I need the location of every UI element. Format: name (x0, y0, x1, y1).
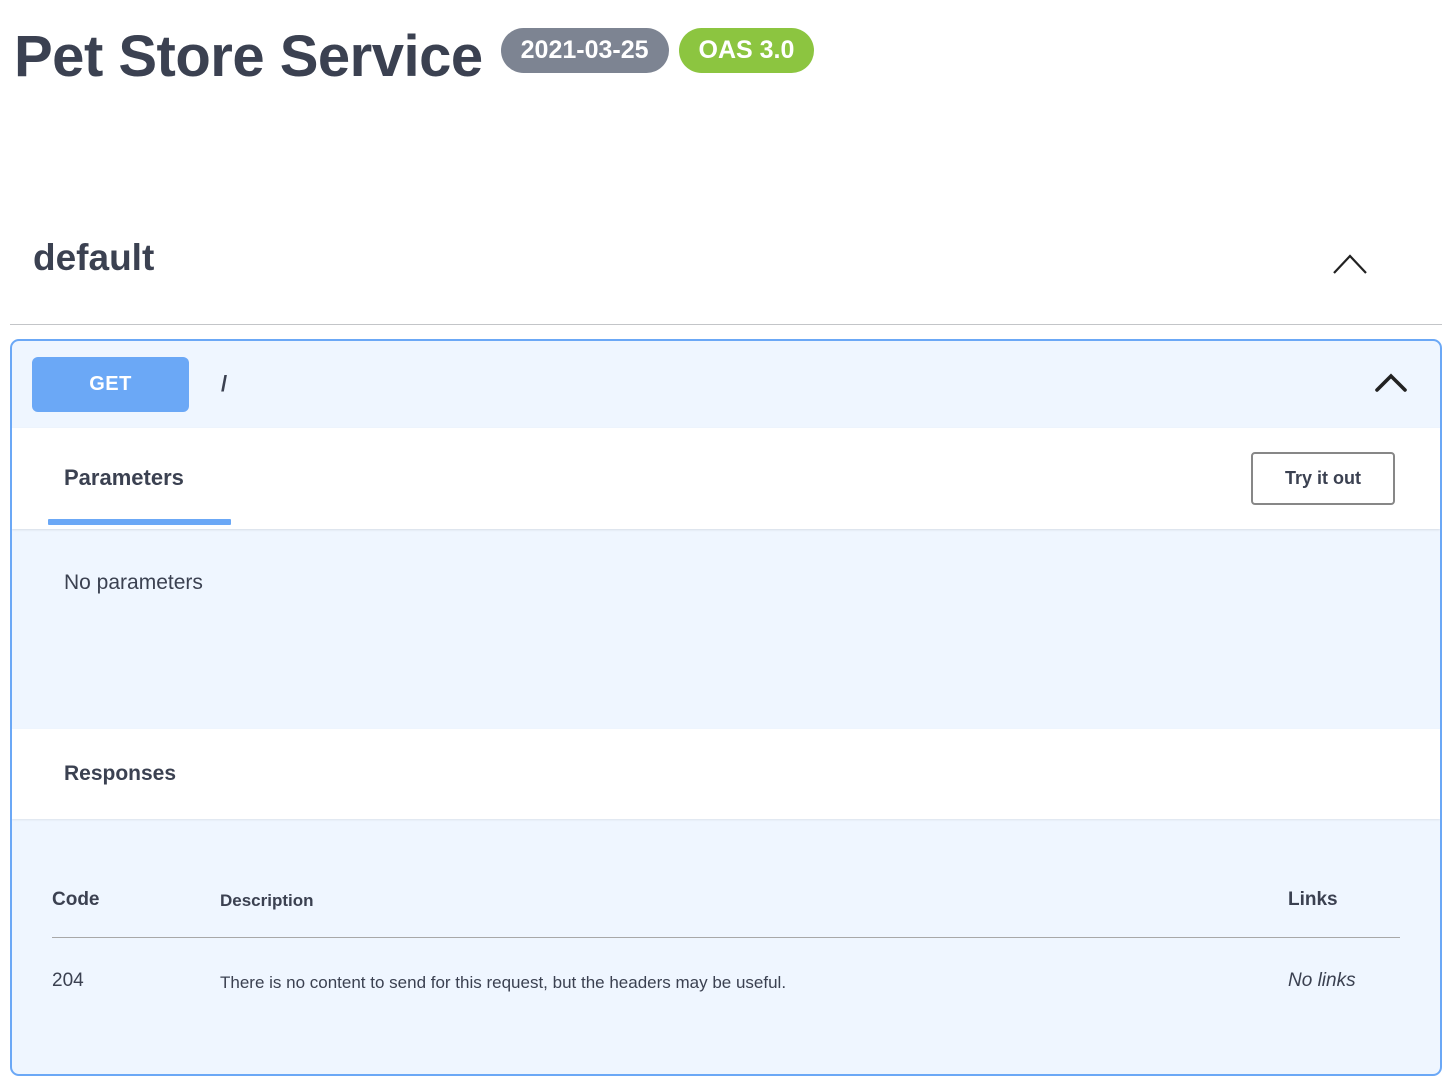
tab-parameters[interactable]: Parameters (48, 465, 200, 491)
operation-path: / (221, 371, 227, 397)
tag-name: default (33, 236, 154, 280)
http-method-badge: GET (32, 357, 189, 412)
column-header-code: Code (52, 889, 220, 911)
parameters-container: No parameters (12, 529, 1440, 729)
no-parameters-text: No parameters (64, 571, 1420, 595)
chevron-up-icon (1331, 252, 1369, 279)
opblock-get-root: GET / Parameters Try it out No parameter… (10, 339, 1442, 1076)
operation-collapse-button[interactable] (1374, 373, 1408, 396)
parameters-section-header: Parameters Try it out (12, 428, 1440, 529)
version-badge: 2021-03-25 (501, 28, 669, 73)
responses-title: Responses (64, 762, 176, 786)
try-it-out-button[interactable]: Try it out (1251, 452, 1395, 505)
response-links: No links (1288, 970, 1400, 992)
table-row-204: 204 There is no content to send for this… (52, 938, 1400, 995)
responses-table: Code Description Links 204 There is no c… (52, 889, 1400, 995)
tag-collapse-button[interactable] (1331, 252, 1369, 279)
response-code: 204 (52, 970, 220, 992)
responses-container: Code Description Links 204 There is no c… (12, 819, 1440, 1074)
tag-section-header-default[interactable]: default (10, 222, 1442, 325)
column-header-links: Links (1288, 889, 1400, 911)
column-header-description: Description (220, 889, 1288, 911)
chevron-up-icon (1374, 373, 1408, 396)
opblock-summary[interactable]: GET / (12, 341, 1440, 428)
responses-table-header-row: Code Description Links (52, 889, 1400, 938)
info-header: Pet Store Service 2021-03-25 OAS 3.0 (0, 0, 1452, 92)
active-tab-indicator (48, 519, 231, 525)
responses-section-header: Responses (12, 729, 1440, 819)
badge-group: 2021-03-25 OAS 3.0 (501, 28, 815, 73)
oas-version-badge: OAS 3.0 (679, 28, 815, 73)
page-title: Pet Store Service (14, 22, 483, 92)
response-description: There is no content to send for this req… (220, 970, 1288, 995)
